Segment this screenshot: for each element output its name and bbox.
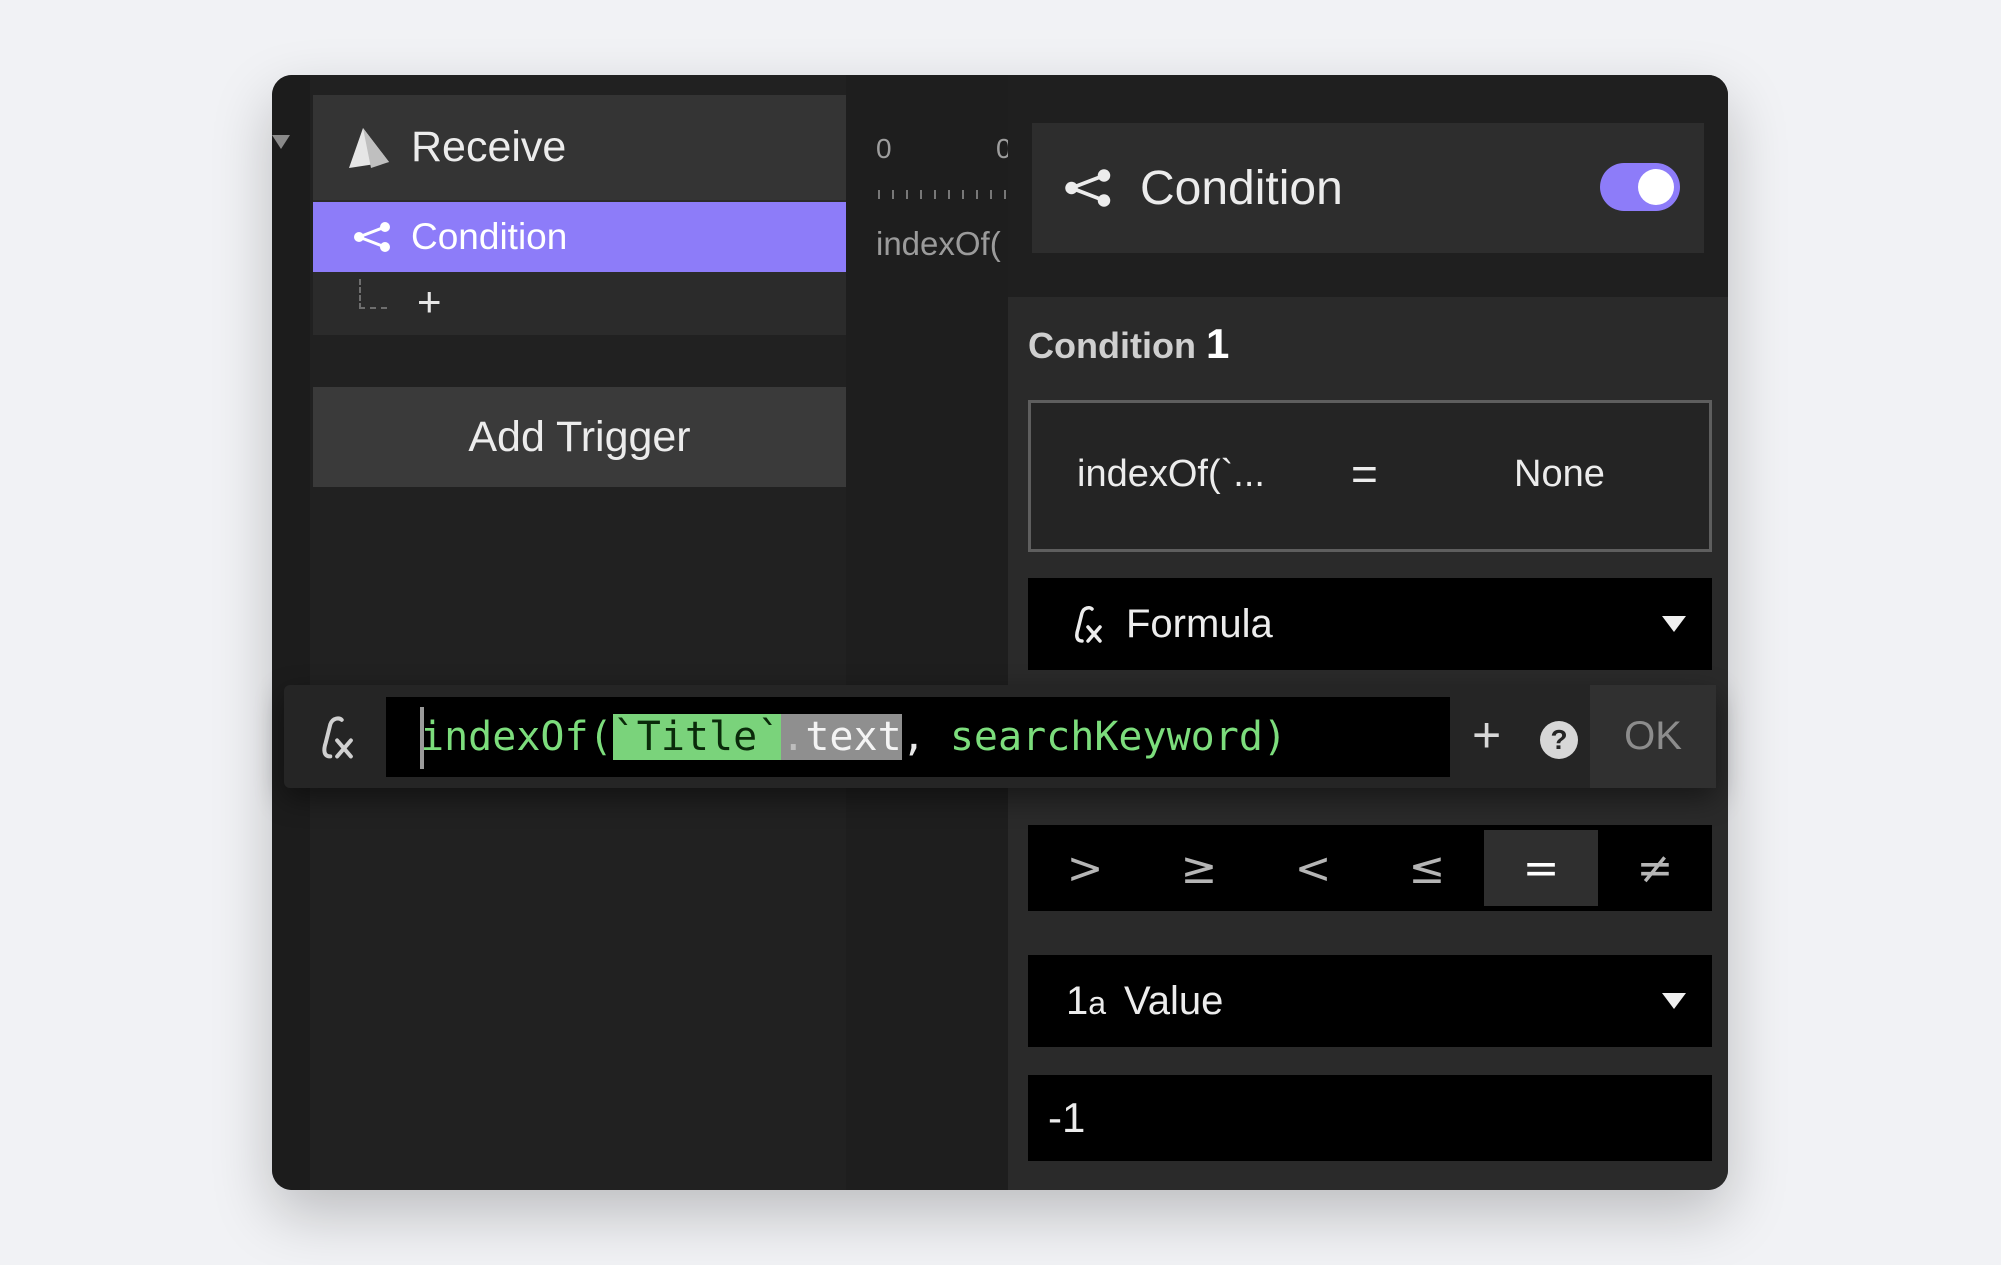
- value-type-icon: 1a: [1066, 979, 1106, 1024]
- condition-heading-label: Condition: [1028, 325, 1196, 366]
- caret-down-icon: [1662, 616, 1686, 632]
- operator-eq-button[interactable]: =: [1484, 830, 1598, 906]
- action-item-label: Condition: [411, 216, 568, 257]
- fx-icon: [322, 716, 353, 759]
- left-operand-type-label: Formula: [1126, 601, 1273, 646]
- receive-icon: [349, 127, 389, 168]
- add-action-button[interactable]: +: [417, 277, 442, 327]
- operator-lte-button[interactable]: ≤: [1370, 830, 1484, 906]
- operator-gte-button[interactable]: ≥: [1142, 830, 1256, 906]
- action-item-condition[interactable]: Condition: [313, 202, 846, 272]
- condition-number: 1: [1205, 320, 1230, 367]
- condition-expression[interactable]: indexOf(`... = None: [1028, 400, 1712, 552]
- trigger-header[interactable]: Receive: [313, 95, 846, 200]
- formula-code: indexOf(`Title`.text, searchKeyword): [420, 711, 1287, 763]
- branch-icon: [354, 222, 390, 252]
- collapse-caret-icon[interactable]: [272, 135, 290, 149]
- timeline-column: 0 0 indexOf(: [846, 75, 1008, 1190]
- left-operand-type-select[interactable]: Formula: [1028, 578, 1712, 670]
- workflow-editor-window: Receive Condition + Add Trigger 0 0 inde…: [272, 75, 1728, 1190]
- formula-editor-bar: indexOf(`Title`.text, searchKeyword) + ?…: [284, 685, 1716, 788]
- value-input[interactable]: -1: [1028, 1075, 1712, 1161]
- value-type-glyph-small: a: [1088, 984, 1107, 1021]
- toggle-knob: [1638, 169, 1674, 205]
- panel-header: Condition: [1032, 123, 1704, 253]
- code-rest: searchKeyword): [925, 714, 1287, 760]
- text-cursor: [420, 707, 424, 769]
- value-type-glyph: 1: [1066, 978, 1089, 1023]
- add-action-row: +: [313, 275, 846, 335]
- timeline-label: indexOf(: [876, 225, 1001, 262]
- expression-operator: =: [1351, 448, 1378, 500]
- code-token-title[interactable]: `Title`: [612, 714, 782, 760]
- left-gutter: [272, 75, 310, 1190]
- enable-toggle[interactable]: [1600, 163, 1680, 211]
- right-operand-type-select[interactable]: 1a Value: [1028, 955, 1712, 1047]
- add-trigger-button[interactable]: Add Trigger: [313, 387, 846, 487]
- expression-left: indexOf(`...: [1077, 453, 1265, 495]
- fx-icon: [1075, 606, 1102, 643]
- timeline-tick-start: 0: [876, 133, 892, 164]
- condition-panel: Condition Condition 1 indexOf(`... = Non…: [1008, 75, 1728, 1190]
- operator-selector: > ≥ < ≤ = ≠: [1028, 825, 1712, 911]
- operator-neq-button[interactable]: ≠: [1598, 830, 1712, 906]
- right-operand-type-label: Value: [1124, 978, 1224, 1023]
- ok-button[interactable]: OK: [1590, 685, 1716, 788]
- timeline-tick-end: 0: [996, 133, 1008, 164]
- insert-variable-button[interactable]: +: [1472, 705, 1501, 765]
- condition-heading: Condition 1: [1028, 320, 1229, 368]
- code-comma: ,: [901, 714, 926, 760]
- code-token-text[interactable]: text: [805, 714, 902, 760]
- help-icon[interactable]: ?: [1540, 721, 1578, 759]
- operator-gt-button[interactable]: >: [1028, 830, 1142, 906]
- expression-right: None: [1514, 453, 1605, 495]
- caret-down-icon: [1662, 993, 1686, 1009]
- panel-title: Condition: [1140, 161, 1343, 215]
- formula-code-input[interactable]: indexOf(`Title`.text, searchKeyword): [386, 697, 1450, 777]
- operator-lt-button[interactable]: <: [1256, 830, 1370, 906]
- timeline-ruler: [878, 185, 1008, 199]
- branch-icon: [1065, 169, 1111, 207]
- code-function: indexOf(: [420, 714, 613, 760]
- trigger-title: Receive: [411, 123, 567, 171]
- connector-line: [359, 279, 387, 309]
- trigger-card: Receive Condition +: [313, 95, 846, 335]
- code-token-dot: .: [781, 714, 806, 760]
